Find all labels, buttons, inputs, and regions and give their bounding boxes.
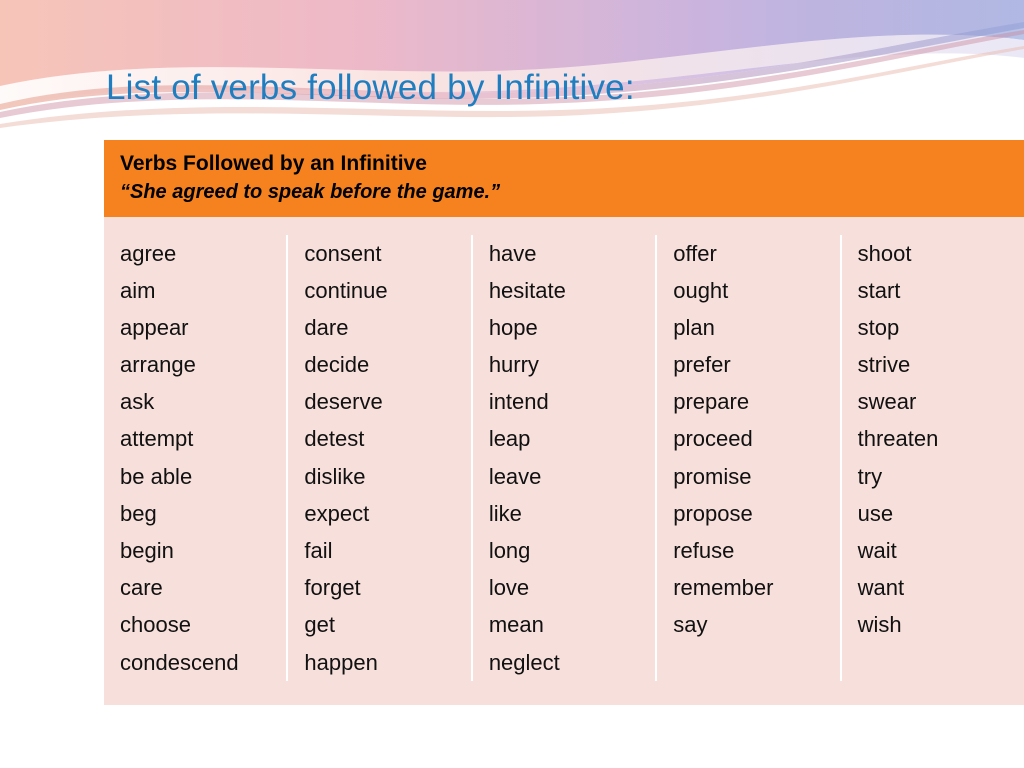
verb-column-4: offer ought plan prefer prepare proceed … — [655, 234, 839, 681]
verb-column-1: agree aim appear arrange ask attempt be … — [104, 235, 286, 681]
list-item: intend — [488, 389, 549, 415]
list-item: propose — [673, 500, 753, 526]
list-item: refuse — [673, 537, 735, 563]
list-item: wish — [857, 612, 902, 638]
list-item: leave — [488, 463, 542, 489]
table-header-title: Verbs Followed by an Infinitive — [120, 152, 427, 175]
list-item: shoot — [857, 240, 912, 266]
list-item: say — [673, 612, 708, 638]
list-item: decide — [304, 352, 370, 378]
list-item: wait — [857, 537, 897, 563]
list-item: aim — [120, 277, 156, 303]
list-item: remember — [673, 575, 774, 601]
list-item: long — [488, 537, 531, 563]
list-item: love — [488, 575, 530, 601]
page-title: List of verbs followed by Infinitive: — [106, 68, 635, 107]
list-item: plan — [673, 314, 715, 340]
list-item: expect — [304, 500, 370, 526]
list-item: agree — [120, 240, 177, 266]
verb-column-3: have hesitate hope hurry intend leap lea… — [470, 234, 655, 681]
table-header: Verbs Followed by an Infinitive “She agr… — [104, 140, 1024, 217]
list-item: like — [488, 500, 522, 526]
verbs-table: Verbs Followed by an Infinitive “She agr… — [104, 140, 1024, 705]
list-item: attempt — [120, 426, 194, 452]
list-item: threaten — [857, 426, 939, 452]
list-item: beg — [120, 500, 157, 526]
list-item: begin — [120, 537, 174, 563]
list-item: prepare — [673, 389, 750, 415]
verb-column-5: shoot start stop strive swear threaten t… — [839, 234, 1024, 681]
list-item: hurry — [488, 352, 539, 378]
list-item: prefer — [673, 352, 731, 378]
list-item: fail — [304, 537, 333, 563]
list-item: condescend — [120, 649, 239, 675]
list-item: promise — [673, 463, 752, 489]
list-item: swear — [857, 389, 917, 415]
list-item: deserve — [304, 389, 383, 415]
list-item: care — [120, 575, 163, 601]
verb-column-2: consent continue dare decide deserve det… — [286, 234, 470, 681]
list-item: arrange — [120, 352, 196, 378]
list-item: have — [488, 240, 537, 266]
list-item: ask — [120, 389, 155, 415]
list-item: leap — [488, 426, 531, 452]
list-item: choose — [120, 612, 191, 638]
list-item: be able — [120, 463, 193, 489]
list-item: consent — [304, 240, 382, 266]
list-item: happen — [304, 649, 378, 675]
list-item: dislike — [304, 463, 366, 489]
list-item: get — [304, 612, 335, 638]
decorative-banner — [0, 0, 1024, 132]
list-item: forget — [304, 575, 361, 601]
slide: List of verbs followed by Infinitive: Ve… — [0, 0, 1024, 768]
list-item: detest — [304, 426, 365, 452]
list-item: proceed — [673, 426, 753, 452]
list-item: use — [857, 500, 894, 526]
list-item: mean — [488, 612, 544, 638]
list-item: continue — [304, 277, 388, 303]
list-item: try — [857, 463, 883, 489]
table-columns: agree aim appear arrange ask attempt be … — [104, 216, 1024, 705]
list-item: start — [857, 277, 901, 303]
list-item: hope — [488, 314, 538, 340]
table-header-example: “She agreed to speak before the game.” — [120, 180, 501, 203]
list-item: strive — [857, 352, 911, 378]
list-item: dare — [304, 314, 349, 340]
list-item: offer — [673, 240, 717, 266]
list-item: stop — [857, 314, 900, 340]
list-item: appear — [120, 314, 189, 340]
list-item: neglect — [488, 649, 560, 675]
list-item: ought — [673, 277, 729, 303]
list-item: want — [857, 575, 905, 601]
list-item: hesitate — [488, 277, 566, 303]
